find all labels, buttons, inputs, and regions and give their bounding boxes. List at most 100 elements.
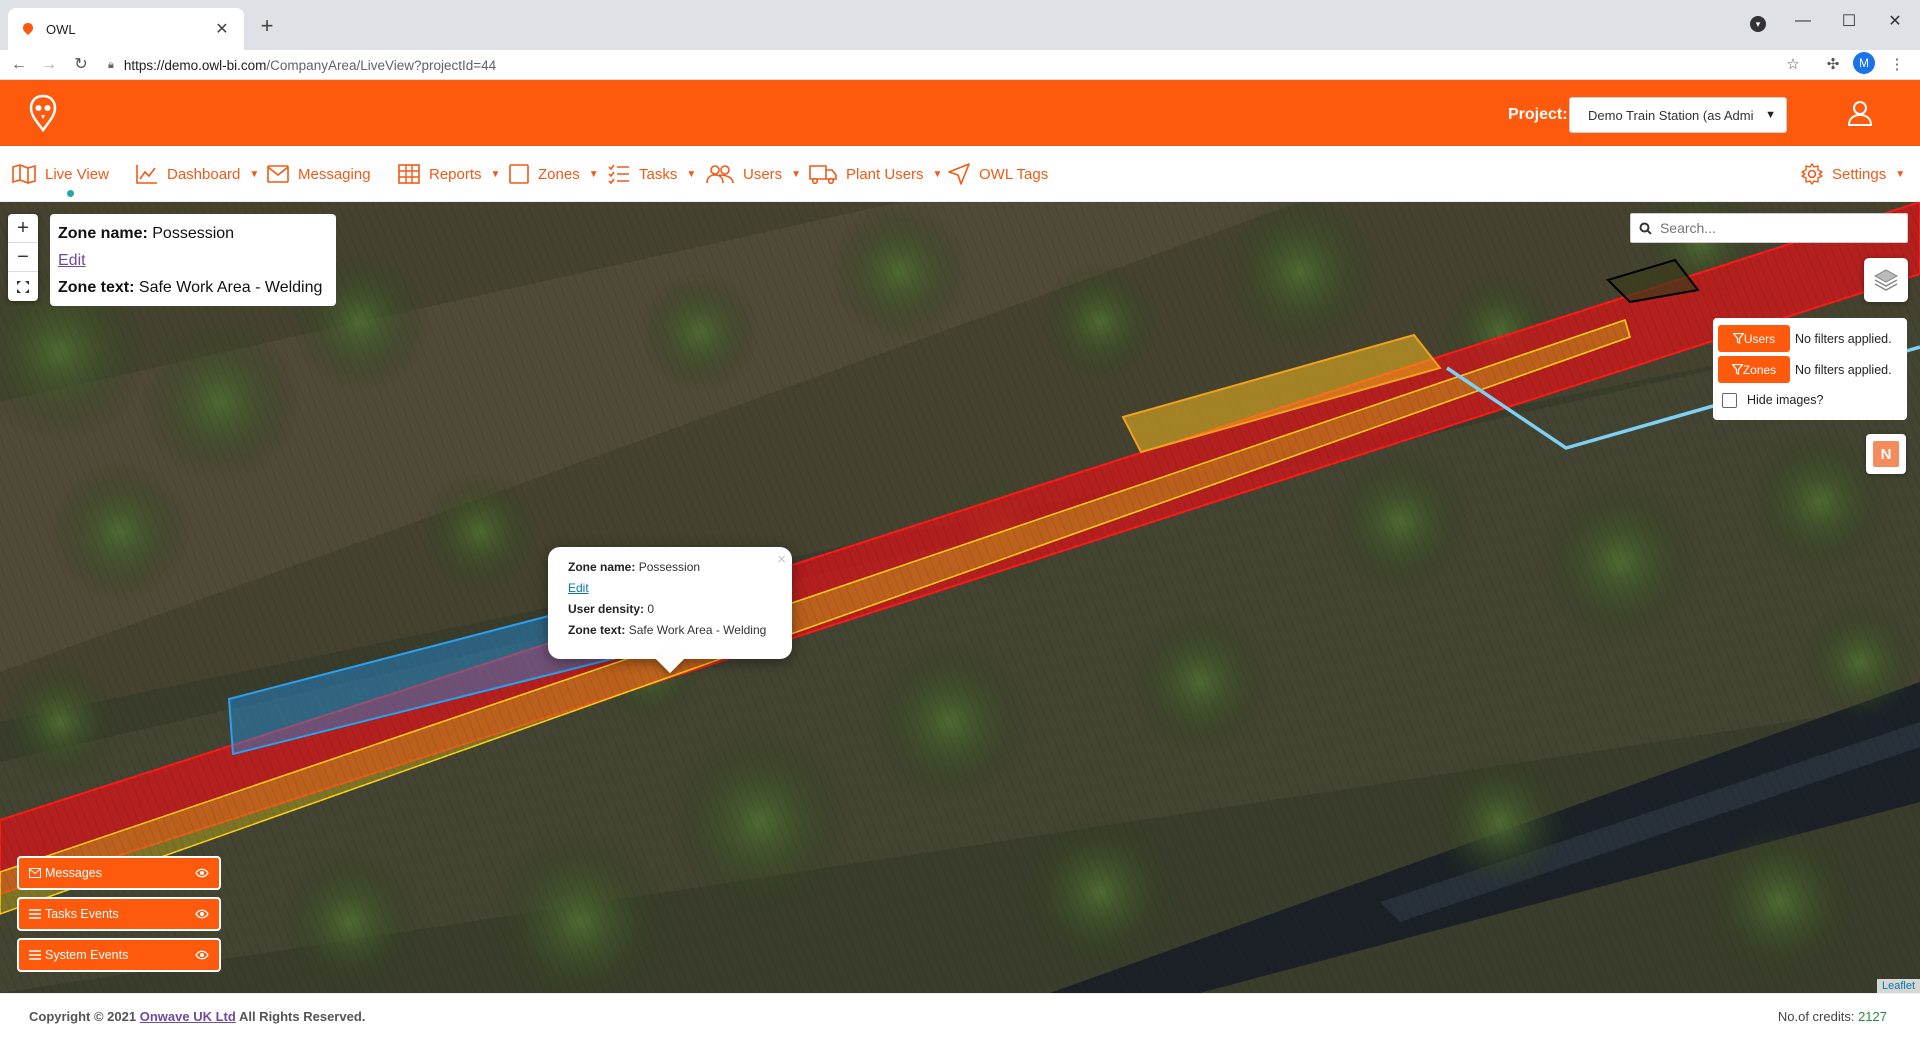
- url-input[interactable]: 🔒︎ https://demo.owl-bi.com/CompanyArea/L…: [108, 52, 1788, 78]
- search-icon: [1639, 222, 1652, 235]
- nav-messaging[interactable]: Messaging: [267, 146, 371, 202]
- filter-icon: [1732, 333, 1744, 344]
- leaflet-attribution[interactable]: Leaflet: [1876, 979, 1920, 993]
- company-link[interactable]: Onwave UK Ltd: [140, 1009, 236, 1024]
- popup-edit-link[interactable]: Edit: [568, 581, 589, 595]
- browser-profile-avatar[interactable]: M: [1853, 52, 1875, 74]
- fullscreen-icon: [17, 280, 29, 293]
- tasks-events-button[interactable]: Tasks Events: [17, 897, 221, 931]
- chart-icon: [136, 165, 157, 184]
- map-search: [1630, 213, 1908, 243]
- zone-text-value: Safe Work Area - Welding: [138, 279, 323, 296]
- nav-messaging-label: Messaging: [298, 165, 371, 183]
- square-icon: [509, 164, 529, 184]
- popup-zone-name-value: Possession: [638, 560, 701, 574]
- north-badge: N: [1873, 441, 1899, 467]
- nav-dashboard[interactable]: Dashboard ▼: [136, 146, 259, 202]
- users-filter-button[interactable]: Users: [1718, 325, 1790, 352]
- eye-icon[interactable]: [195, 909, 209, 919]
- chevron-down-icon: ▼: [249, 168, 260, 180]
- users-filter-label: Users: [1743, 331, 1776, 346]
- popup-zone-text-value: Safe Work Area - Welding: [628, 623, 767, 637]
- nav-tasks[interactable]: Tasks ▼: [608, 146, 696, 202]
- nav-reports[interactable]: Reports ▼: [398, 146, 500, 202]
- list-icon: [29, 909, 41, 919]
- copyright-prefix: Copyright © 2021: [29, 1009, 137, 1024]
- zone-edit-link[interactable]: Edit: [58, 252, 86, 269]
- bookmark-star-icon[interactable]: ☆: [1782, 54, 1804, 76]
- nav-zones[interactable]: Zones ▼: [509, 146, 599, 202]
- live-map[interactable]: + − Zone name: Possession Edit Zone text…: [0, 202, 1920, 993]
- tab-close-icon[interactable]: ✕: [212, 19, 232, 39]
- new-tab-icon[interactable]: +: [254, 14, 280, 40]
- map-search-input[interactable]: [1659, 220, 1899, 236]
- truck-icon: [809, 165, 837, 184]
- project-select[interactable]: Demo Train Station (as Admi ▼: [1569, 97, 1787, 133]
- copyright: Copyright © 2021 Onwave UK Ltd All Right…: [29, 1009, 365, 1024]
- nav-users[interactable]: Users ▼: [706, 146, 801, 202]
- owl-logo-icon[interactable]: [28, 94, 58, 132]
- north-button[interactable]: N: [1866, 434, 1906, 474]
- zones-filter-status: No filters applied.: [1795, 362, 1892, 377]
- nav-users-label: Users: [743, 165, 783, 183]
- owl-favicon-icon: [20, 21, 36, 37]
- rights-text: All Rights Reserved.: [238, 1009, 366, 1024]
- lock-icon: 🔒︎: [108, 58, 114, 71]
- popup-density-value: 0: [647, 602, 655, 616]
- fullscreen-button[interactable]: [8, 272, 38, 301]
- browser-tab[interactable]: OWL ✕: [8, 8, 244, 50]
- zoom-controls: + −: [8, 214, 38, 301]
- window-close-icon[interactable]: ✕: [1872, 6, 1918, 36]
- hide-images-label: Hide images?: [1747, 393, 1824, 407]
- satellite-imagery: [0, 202, 1920, 993]
- hide-images-checkbox[interactable]: [1722, 392, 1737, 408]
- minimize-icon[interactable]: —: [1780, 6, 1826, 36]
- zoom-in-button[interactable]: +: [8, 214, 38, 243]
- eye-icon[interactable]: [195, 868, 209, 878]
- extensions-icon[interactable]: ✣: [1822, 54, 1844, 76]
- layers-icon: [1873, 269, 1899, 291]
- envelope-icon: [29, 868, 41, 878]
- messages-button[interactable]: Messages: [17, 856, 221, 890]
- url-host: https://demo.owl-bi.com: [123, 57, 267, 73]
- user-account-icon[interactable]: [1846, 99, 1874, 127]
- browser-profile-badge-icon[interactable]: ▾: [1750, 16, 1766, 32]
- reload-icon[interactable]: ↻: [70, 54, 92, 76]
- map-icon: [12, 164, 36, 184]
- layers-button[interactable]: [1864, 258, 1908, 302]
- nav-owl-tags[interactable]: OWL Tags: [948, 146, 1048, 202]
- nav-settings[interactable]: Settings ▼: [1801, 146, 1905, 202]
- nav-live-view[interactable]: Live View: [12, 146, 109, 202]
- back-icon[interactable]: ←: [8, 54, 30, 76]
- zones-filter-button[interactable]: Zones: [1718, 356, 1790, 383]
- location-arrow-icon: [948, 163, 970, 185]
- nav-tasks-label: Tasks: [639, 165, 678, 183]
- zone-text-row: Zone text: Safe Work Area - Welding: [58, 274, 328, 301]
- task-list-icon: [608, 164, 629, 184]
- zone-name-value: Possession: [152, 225, 235, 242]
- credits-value: 2127: [1858, 1009, 1887, 1024]
- url-path: /CompanyArea/LiveView?projectId=44: [266, 57, 497, 73]
- eye-icon[interactable]: [195, 950, 209, 960]
- system-events-button[interactable]: System Events: [17, 938, 221, 972]
- zone-info-box: Zone name: Possession Edit Zone text: Sa…: [50, 214, 336, 306]
- zone-popup: × Zone name: Possession Edit User densit…: [548, 547, 792, 674]
- zone-name-label: Zone name:: [58, 225, 148, 242]
- project-select-value: Demo Train Station (as Admi: [1588, 107, 1754, 123]
- zoom-out-button[interactable]: −: [8, 243, 38, 272]
- chevron-down-icon: ▼: [791, 168, 802, 180]
- chevron-down-icon: ▼: [1765, 109, 1776, 121]
- popup-close-icon[interactable]: ×: [777, 549, 786, 570]
- chevron-down-icon: ▼: [588, 168, 599, 180]
- tab-title: OWL: [46, 21, 76, 37]
- filters-panel: Users No filters applied. Zones No filte…: [1713, 318, 1907, 420]
- chevron-down-icon: ▼: [932, 168, 943, 180]
- browser-menu-icon[interactable]: ⋮: [1886, 54, 1908, 76]
- footer: Copyright © 2021 Onwave UK Ltd All Right…: [0, 993, 1920, 1041]
- forward-icon[interactable]: →: [38, 54, 60, 76]
- maximize-icon[interactable]: ☐: [1826, 6, 1872, 36]
- active-indicator: [67, 190, 74, 197]
- chevron-down-icon: ▼: [1895, 168, 1906, 180]
- browser-tab-bar: OWL ✕ + ▾ — ☐ ✕: [0, 0, 1920, 50]
- nav-plant-users[interactable]: Plant Users ▼: [809, 146, 942, 202]
